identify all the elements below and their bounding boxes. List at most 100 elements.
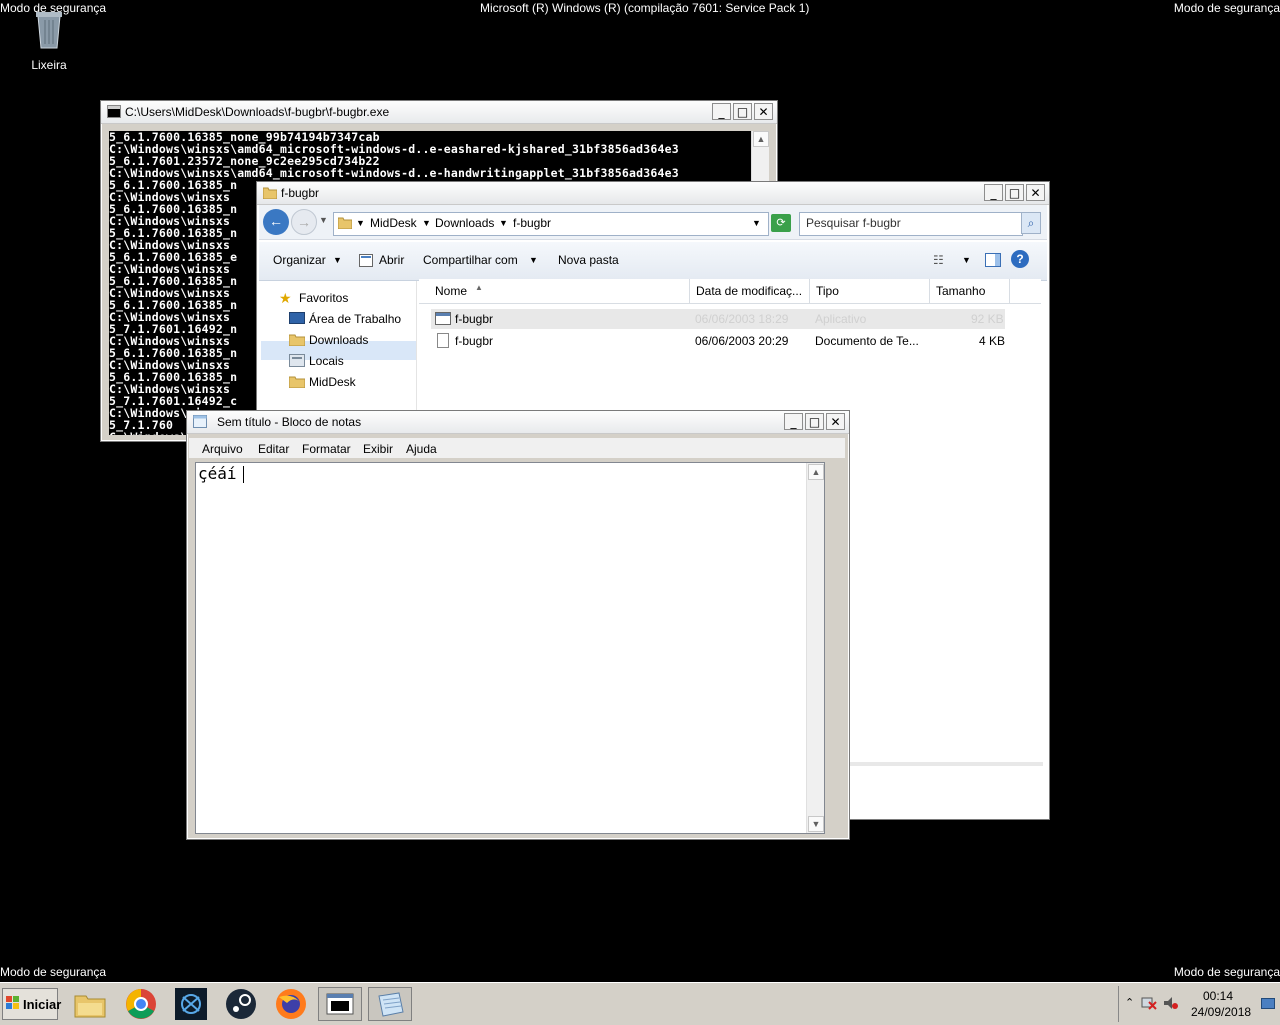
nav-item-downloads[interactable]: Downloads: [309, 333, 368, 347]
address-folder-icon: [337, 216, 353, 232]
breadcrumb-f-bugbr[interactable]: f-bugbr: [513, 216, 551, 230]
chrome-icon[interactable]: [119, 987, 163, 1021]
console-taskbar-icon[interactable]: [318, 987, 362, 1021]
notepad-icon: [193, 415, 207, 428]
menu-view[interactable]: Exibir: [363, 442, 393, 456]
nav-item-middesk[interactable]: MidDesk: [309, 375, 356, 389]
notepad-scrollbar[interactable]: ▲ ▼: [806, 463, 824, 833]
user-folder-icon: [288, 375, 306, 389]
recent-pages-chevron-icon[interactable]: ▼: [319, 215, 328, 225]
minimize-button[interactable]: _: [712, 103, 731, 120]
console-titlebar[interactable]: C:\Users\MidDesk\Downloads\f-bugbr\f-bug…: [101, 101, 777, 124]
notepad-content: çéáí: [198, 464, 237, 483]
maximize-button[interactable]: □: [1005, 184, 1024, 201]
network-disconnected-icon[interactable]: [1141, 996, 1157, 1010]
start-label: Iniciar: [23, 997, 62, 1012]
taskbar: Iniciar ⌃ 00:14 24/09/2018: [0, 982, 1280, 1025]
back-arrow-icon[interactable]: ←: [263, 209, 289, 235]
forward-arrow-icon[interactable]: →: [291, 209, 317, 235]
minimize-button[interactable]: _: [784, 413, 803, 430]
chevron-down-icon[interactable]: ▼: [422, 218, 431, 228]
menu-help[interactable]: Ajuda: [406, 442, 437, 456]
downloads-folder-icon: [288, 333, 306, 347]
share-button[interactable]: Compartilhar com: [423, 253, 518, 267]
notepad-taskbar-icon[interactable]: [368, 987, 412, 1021]
nav-favorites[interactable]: Favoritos: [299, 291, 348, 305]
close-button[interactable]: ✕: [1026, 184, 1045, 201]
chevron-down-icon[interactable]: ▼: [962, 255, 971, 265]
notepad-window[interactable]: Sem título - Bloco de notas _ □ ✕ Arquiv…: [186, 410, 850, 840]
star-icon: ★: [279, 290, 292, 306]
show-desktop-icon[interactable]: [1261, 998, 1275, 1009]
file-date: 06/06/2003 18:29: [695, 312, 789, 326]
refresh-icon[interactable]: ⟳: [771, 214, 791, 232]
explorer-title: f-bugbr: [281, 186, 320, 200]
safe-mode-label-top-right: Modo de segurança: [1173, 1, 1280, 15]
text-document-icon: [437, 333, 449, 348]
battlenet-icon[interactable]: [169, 987, 213, 1021]
console-icon: [107, 105, 121, 118]
sort-ascending-icon: ▲: [475, 283, 483, 292]
recycle-bin-icon: [34, 8, 64, 50]
start-button[interactable]: Iniciar: [2, 988, 62, 1020]
steam-icon[interactable]: [219, 987, 263, 1021]
help-icon[interactable]: ?: [1011, 250, 1029, 268]
address-dropdown-icon[interactable]: ▼: [752, 218, 761, 228]
scroll-up-arrow-icon[interactable]: ▲: [808, 464, 824, 480]
scroll-up-arrow-icon[interactable]: ▲: [753, 131, 769, 147]
maximize-button[interactable]: □: [805, 413, 824, 430]
explorer-titlebar[interactable]: f-bugbr _ □ ✕: [257, 182, 1049, 205]
minimize-button[interactable]: _: [984, 184, 1003, 201]
menu-edit[interactable]: Editar: [258, 442, 289, 456]
new-folder-button[interactable]: Nova pasta: [558, 253, 619, 267]
close-button[interactable]: ✕: [754, 103, 773, 120]
column-date[interactable]: Data de modificaç...: [696, 284, 802, 298]
console-title: C:\Users\MidDesk\Downloads\f-bugbr\f-bug…: [125, 105, 390, 119]
search-input[interactable]: Pesquisar f-bugbr: [799, 212, 1023, 236]
safe-mode-label-bottom-left: Modo de segurança: [0, 965, 107, 979]
file-size: 92 KB: [971, 312, 1004, 326]
chevron-down-icon[interactable]: ▼: [529, 255, 538, 265]
recycle-bin-shortcut[interactable]: Lixeira: [22, 8, 76, 72]
nav-item-recent[interactable]: Locais: [309, 354, 344, 368]
text-caret: [243, 466, 244, 483]
chevron-down-icon[interactable]: ▼: [333, 255, 342, 265]
folder-icon: [262, 186, 278, 200]
notepad-titlebar[interactable]: Sem título - Bloco de notas _ □ ✕: [187, 411, 849, 434]
show-hidden-icons-icon[interactable]: ⌃: [1125, 996, 1134, 1009]
address-box[interactable]: ▼ MidDesk ▼ Downloads ▼ f-bugbr ▼: [333, 212, 769, 236]
address-bar-area: ← → ▼ ▼ MidDesk ▼ Downloads ▼ f-bugbr ▼ …: [259, 205, 1047, 240]
notepad-title: Sem título - Bloco de notas: [217, 415, 362, 429]
volume-muted-icon[interactable]: [1163, 996, 1179, 1010]
clock[interactable]: 00:14 24/09/2018: [1191, 988, 1251, 1020]
column-size[interactable]: Tamanho: [936, 284, 985, 298]
file-row[interactable]: f-bugbr 06/06/2003 18:29 Aplicativo 92 K…: [431, 309, 1005, 329]
explorer-taskbar-icon[interactable]: [68, 987, 112, 1021]
menu-file[interactable]: Arquivo: [202, 442, 243, 456]
maximize-button[interactable]: □: [733, 103, 752, 120]
file-date: 06/06/2003 20:29: [695, 334, 789, 348]
chevron-down-icon[interactable]: ▼: [499, 218, 508, 228]
open-button[interactable]: Abrir: [379, 253, 404, 267]
column-type[interactable]: Tipo: [816, 284, 839, 298]
search-placeholder: Pesquisar f-bugbr: [806, 216, 901, 230]
nav-item-desktop[interactable]: Área de Trabalho: [309, 312, 401, 326]
recycle-bin-label: Lixeira: [31, 58, 67, 72]
breadcrumb-downloads[interactable]: Downloads: [435, 216, 494, 230]
organize-button[interactable]: Organizar: [273, 253, 326, 267]
chevron-down-icon[interactable]: ▼: [356, 218, 365, 228]
notepad-text-area[interactable]: çéáí ▲ ▼: [195, 462, 825, 834]
view-options-icon[interactable]: ☷: [933, 253, 944, 267]
breadcrumb-middesk[interactable]: MidDesk: [370, 216, 417, 230]
firefox-icon[interactable]: [269, 987, 313, 1021]
preview-pane-icon[interactable]: [985, 253, 1001, 267]
menu-format[interactable]: Formatar: [302, 442, 351, 456]
close-button[interactable]: ✕: [826, 413, 845, 430]
recent-places-icon: [289, 354, 305, 367]
column-name[interactable]: Nome: [435, 284, 467, 298]
file-name: f-bugbr: [455, 312, 494, 326]
file-row[interactable]: f-bugbr 06/06/2003 20:29 Documento de Te…: [431, 331, 1005, 351]
os-build-label: Microsoft (R) Windows (R) (compilação 76…: [480, 1, 810, 15]
scroll-down-arrow-icon[interactable]: ▼: [808, 816, 824, 832]
search-icon[interactable]: ⌕: [1021, 212, 1041, 234]
